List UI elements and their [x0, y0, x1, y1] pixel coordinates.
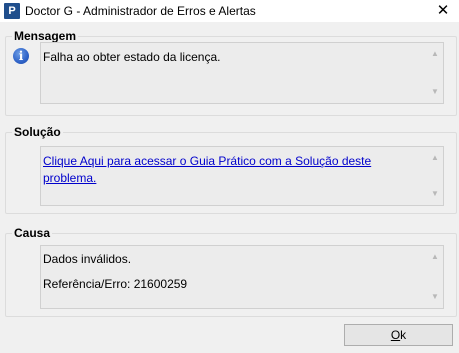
scroll-down-icon[interactable]: ▼ — [427, 290, 443, 304]
scroll-up-icon[interactable]: ▲ — [427, 151, 443, 165]
scroll-down-icon[interactable]: ▼ — [427, 187, 443, 201]
ok-button[interactable]: Ok — [344, 324, 453, 346]
window-title: Doctor G - Administrador de Erros e Aler… — [25, 4, 256, 18]
info-icon: i — [13, 48, 29, 64]
scroll-up-icon[interactable]: ▲ — [427, 250, 443, 264]
causa-label: Causa — [12, 226, 53, 240]
scroll-up-icon[interactable]: ▲ — [427, 47, 443, 61]
close-icon: ✕ — [436, 2, 450, 19]
mensagem-text: Falha ao obter estado da licença. — [43, 50, 221, 64]
ok-label-rest: k — [400, 328, 407, 342]
solucao-textbox[interactable]: Clique Aqui para acessar o Guia Prático … — [40, 146, 444, 206]
title-bar: P Doctor G - Administrador de Erros e Al… — [0, 0, 459, 22]
mensagem-scrollbar[interactable]: ▲ ▼ — [427, 43, 443, 103]
causa-textbox[interactable]: Dados inválidos. Referência/Erro: 216002… — [40, 245, 444, 309]
causa-text: Dados inválidos. Referência/Erro: 216002… — [43, 251, 423, 293]
causa-line-2: Referência/Erro: 21600259 — [43, 277, 188, 291]
close-button[interactable]: ✕ — [427, 0, 459, 22]
mensagem-label: Mensagem — [12, 29, 79, 43]
solucao-link-wrap: Clique Aqui para acessar o Guia Prático … — [43, 153, 423, 187]
causa-scrollbar[interactable]: ▲ ▼ — [427, 246, 443, 308]
solucao-link[interactable]: Clique Aqui para acessar o Guia Prático … — [43, 154, 371, 185]
app-icon: P — [4, 3, 20, 19]
solucao-label: Solução — [12, 125, 63, 139]
causa-line-1: Dados inválidos. — [43, 252, 132, 266]
solucao-scrollbar[interactable]: ▲ ▼ — [427, 147, 443, 205]
ok-accelerator: O — [390, 328, 401, 342]
scroll-down-icon[interactable]: ▼ — [427, 85, 443, 99]
mensagem-textbox[interactable]: Falha ao obter estado da licença. ▲ ▼ — [40, 42, 444, 104]
